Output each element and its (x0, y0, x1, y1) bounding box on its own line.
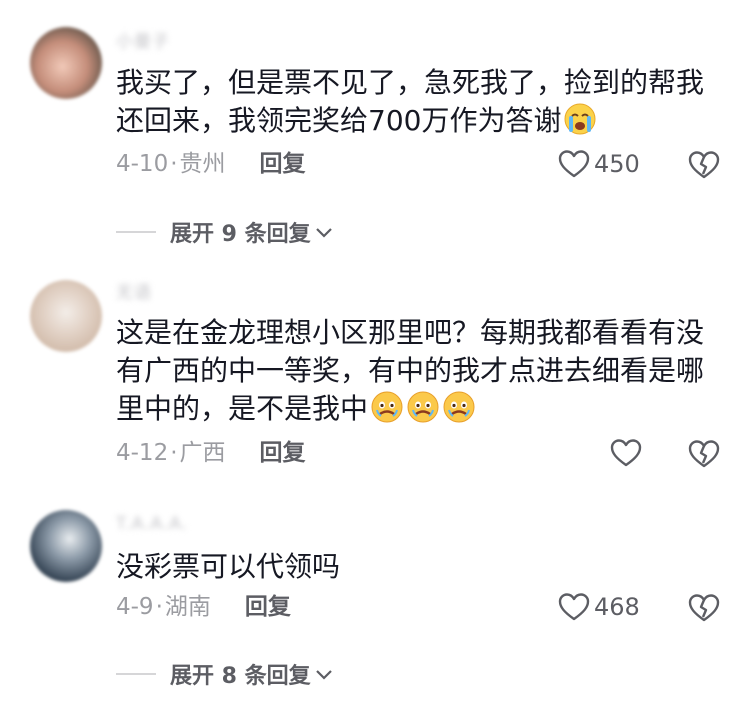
teary-face-icon (406, 390, 440, 434)
username[interactable]: 无语 (116, 283, 152, 303)
broken-heart-icon (688, 440, 720, 468)
meta-separator: · (170, 440, 178, 466)
chevron-down-icon (315, 670, 332, 680)
like-count: 468 (594, 593, 640, 621)
comment-text: 没彩票可以代领吗 (116, 548, 726, 586)
like-button[interactable]: 468 (558, 592, 640, 622)
comment-3: T.A.A.A. 没彩票可以代领吗 4-9 · 湖南 回复 468 展开 8 条… (0, 500, 750, 711)
reply-button[interactable]: 回复 (260, 149, 306, 179)
comment-2: 无语 这是在金龙理想小区那里吧？每期我都看看有没有广西的中一等奖，有中的我才点进… (0, 270, 750, 490)
comment-meta: 4-9 · 湖南 回复 (116, 592, 291, 622)
comment-location: 广西 (179, 440, 226, 466)
crying-face-icon (563, 102, 597, 146)
comment-meta: 4-10 · 贵州 回复 (116, 149, 306, 179)
broken-heart-icon (688, 151, 720, 179)
meta-separator: · (155, 594, 163, 620)
divider-line (116, 673, 156, 675)
dislike-button[interactable] (688, 439, 720, 473)
expand-replies-button[interactable]: 展开 8 条回复 (116, 658, 333, 690)
avatar[interactable] (30, 27, 102, 99)
dislike-button[interactable] (688, 593, 720, 627)
meta-separator: · (170, 151, 178, 177)
heart-icon (558, 593, 590, 621)
comment-location: 湖南 (164, 594, 211, 620)
comment-date: 4-9 (116, 594, 154, 620)
expand-replies-label: 展开 8 条回复 (170, 664, 311, 689)
teary-face-icon (370, 390, 404, 434)
comment-text-content: 没彩票可以代领吗 (116, 550, 341, 583)
comment-date: 4-12 (116, 440, 169, 466)
avatar[interactable] (30, 280, 102, 352)
comment-date: 4-10 (116, 151, 169, 177)
comment-text: 这是在金龙理想小区那里吧？每期我都看看有没有广西的中一等奖，有中的我才点进去细看… (116, 314, 726, 434)
broken-heart-icon (688, 594, 720, 622)
reply-button[interactable]: 回复 (260, 438, 306, 468)
comment-location: 贵州 (179, 151, 226, 177)
dislike-button[interactable] (688, 150, 720, 184)
divider-line (116, 231, 156, 233)
teary-face-icon (442, 390, 476, 434)
comment-meta: 4-12 · 广西 回复 (116, 438, 306, 468)
comment-text-content: 我买了，但是票不见了，急死我了，捡到的帮我还回来，我领完奖给700万作为答谢 (116, 66, 705, 137)
comment-1: 小曼子 我买了，但是票不见了，急死我了，捡到的帮我还回来，我领完奖给700万作为… (0, 0, 750, 260)
reply-button[interactable]: 回复 (245, 592, 291, 622)
like-count: 450 (594, 150, 640, 178)
like-button[interactable]: 450 (558, 149, 640, 179)
expand-replies-label: 展开 9 条回复 (170, 222, 311, 247)
comment-text: 我买了，但是票不见了，急死我了，捡到的帮我还回来，我领完奖给700万作为答谢 (116, 64, 726, 146)
avatar[interactable] (30, 510, 102, 582)
username[interactable]: T.A.A.A. (116, 514, 188, 534)
expand-replies-button[interactable]: 展开 9 条回复 (116, 216, 333, 248)
heart-icon (610, 439, 642, 467)
chevron-down-icon (315, 228, 332, 238)
username[interactable]: 小曼子 (116, 32, 170, 52)
like-button[interactable] (610, 438, 646, 468)
heart-icon (558, 150, 590, 178)
